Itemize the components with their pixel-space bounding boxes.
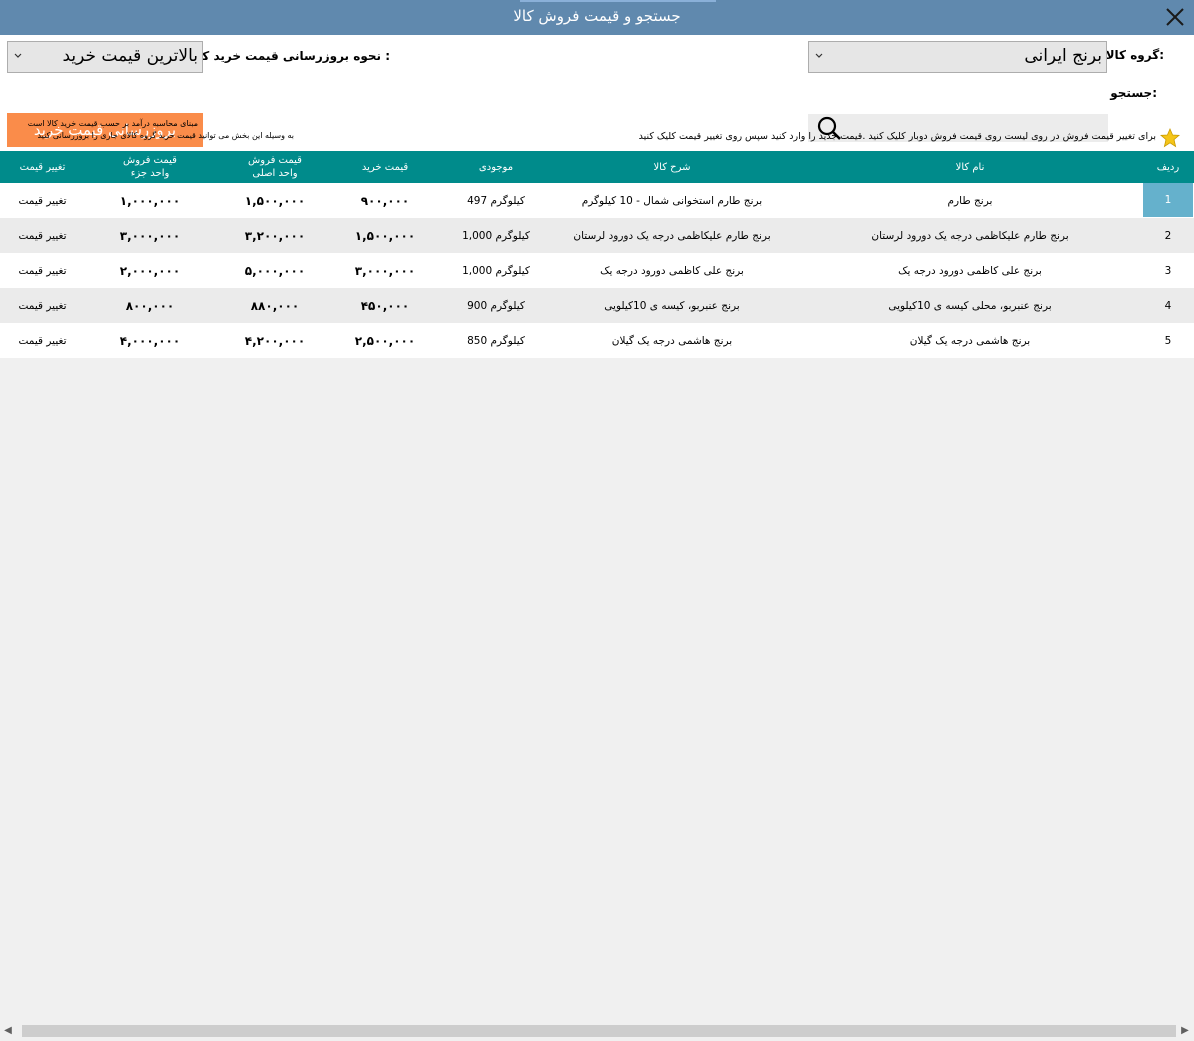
col-header-row[interactable]: ردیف (1142, 151, 1194, 183)
cell-desc[interactable]: برنج هاشمی درجه یک گیلان (532, 323, 812, 358)
window-title: جستجو و قیمت فروش کالا (513, 7, 681, 25)
scroll-left-icon[interactable]: ◀ (3, 1025, 13, 1037)
cell-sell-part-price[interactable]: ۸۰۰,۰۰۰ (90, 288, 210, 323)
col-header-change[interactable]: تغییر قیمت (0, 151, 85, 183)
col-header-sell-main-line1: قیمت فروش (248, 155, 302, 166)
update-method-select[interactable]: بالاترین قیمت خرید (7, 41, 203, 73)
grid-header: ردیف نام کالا شرح کالا موجودی قیمت خرید … (0, 151, 1194, 183)
cell-stock[interactable]: 1,000 کیلوگرم (430, 218, 562, 253)
table-row[interactable]: 4 برنج عنبربو، محلی کیسه ی 10کیلویی برنج… (0, 288, 1194, 323)
row-number[interactable]: 2 (1143, 218, 1193, 253)
cell-name[interactable]: برنج علی کاظمی دورود درجه یک (820, 253, 1120, 288)
cell-sell-main-price[interactable]: ۱,۵۰۰,۰۰۰ (215, 183, 335, 218)
cell-name[interactable]: برنج هاشمی درجه یک گیلان (820, 323, 1120, 358)
cell-stock[interactable]: 1,000 کیلوگرم (430, 253, 562, 288)
cell-desc[interactable]: برنج طارم استخوانی شمال - 10 کیلوگرم (532, 183, 812, 218)
cell-stock[interactable]: 900 کیلوگرم (430, 288, 562, 323)
scrollbar-thumb[interactable] (22, 1025, 1176, 1037)
title-accent (520, 0, 716, 2)
group-label: گروه کالا: (1105, 48, 1164, 62)
change-price-button[interactable]: تغییر قیمت (0, 183, 85, 218)
row-number[interactable]: 3 (1143, 253, 1193, 288)
table-row[interactable]: 5 برنج هاشمی درجه یک گیلان برنج هاشمی در… (0, 323, 1194, 358)
cell-name[interactable]: برنج طارم (820, 183, 1120, 218)
cell-name[interactable]: برنج طارم علیکاظمی درجه یک دورود لرستان (820, 218, 1120, 253)
star-icon (1160, 128, 1180, 148)
change-price-button[interactable]: تغییر قیمت (0, 288, 85, 323)
search-label: جستجو: (1110, 86, 1157, 100)
cell-desc[interactable]: برنج عنبربو، کیسه ی 10کیلویی (532, 288, 812, 323)
cell-sell-part-price[interactable]: ۱,۰۰۰,۰۰۰ (90, 183, 210, 218)
col-header-sell-main-line2: واحد اصلی (252, 168, 298, 179)
col-header-sell-part-line1: قیمت فروش (123, 155, 177, 166)
cell-buy-price[interactable]: ۳,۰۰۰,۰۰۰ (325, 253, 445, 288)
cell-sell-part-price[interactable]: ۴,۰۰۰,۰۰۰ (90, 323, 210, 358)
chevron-down-icon (815, 53, 823, 58)
cell-stock[interactable]: 850 کیلوگرم (430, 323, 562, 358)
cell-sell-part-price[interactable]: ۲,۰۰۰,۰۰۰ (90, 253, 210, 288)
row-number[interactable]: 5 (1143, 323, 1193, 358)
col-header-sell-part[interactable]: قیمت فروش واحد جزء (90, 151, 210, 183)
group-select[interactable]: برنج ایرانی (808, 41, 1107, 73)
scroll-right-icon[interactable]: ▶ (1180, 1025, 1190, 1037)
row-number[interactable]: 1 (1143, 183, 1193, 217)
cell-desc[interactable]: برنج علی کاظمی دورود درجه یک (532, 253, 812, 288)
note-line2: به وسیله این بخش می توانید قیمت خرید گرو… (37, 131, 294, 140)
cell-sell-main-price[interactable]: ۳,۲۰۰,۰۰۰ (215, 218, 335, 253)
group-select-value: برنج ایرانی (1024, 46, 1102, 66)
note-line1: مبنای محاسبه درآمد بر حسب قیمت خرید کالا… (27, 119, 198, 128)
cell-desc[interactable]: برنج طارم علیکاظمی درجه یک دورود لرستان (532, 218, 812, 253)
cell-sell-main-price[interactable]: ۴,۲۰۰,۰۰۰ (215, 323, 335, 358)
cell-sell-main-price[interactable]: ۵,۰۰۰,۰۰۰ (215, 253, 335, 288)
update-method-label: نحوه بروزرسانی قیمت خرید کالا : (188, 49, 390, 63)
cell-buy-price[interactable]: ۴۵۰,۰۰۰ (325, 288, 445, 323)
col-header-desc[interactable]: شرح کالا (532, 151, 812, 183)
title-bar: جستجو و قیمت فروش کالا (0, 0, 1194, 35)
close-icon[interactable] (1162, 4, 1188, 30)
col-header-buy[interactable]: قیمت خرید (325, 151, 445, 183)
change-price-button[interactable]: تغییر قیمت (0, 253, 85, 288)
table-row[interactable]: 2 برنج طارم علیکاظمی درجه یک دورود لرستا… (0, 218, 1194, 253)
col-header-sell-main[interactable]: قیمت فروش واحد اصلی (215, 151, 335, 183)
col-header-stock[interactable]: موجودی (430, 151, 562, 183)
row-number[interactable]: 4 (1143, 288, 1193, 323)
hint-text: برای تغییر قیمت فروش در روی لیست روی قیم… (638, 131, 1156, 142)
col-header-sell-part-line2: واحد جزء (130, 168, 170, 179)
change-price-button[interactable]: تغییر قیمت (0, 323, 85, 358)
chevron-down-icon (14, 53, 22, 58)
change-price-button[interactable]: تغییر قیمت (0, 218, 85, 253)
col-header-name[interactable]: نام کالا (820, 151, 1120, 183)
cell-sell-part-price[interactable]: ۳,۰۰۰,۰۰۰ (90, 218, 210, 253)
cell-buy-price[interactable]: ۲,۵۰۰,۰۰۰ (325, 323, 445, 358)
cell-buy-price[interactable]: ۹۰۰,۰۰۰ (325, 183, 445, 218)
horizontal-scrollbar[interactable]: ◀ ▶ (0, 1022, 1194, 1041)
cell-buy-price[interactable]: ۱,۵۰۰,۰۰۰ (325, 218, 445, 253)
update-method-value: بالاترین قیمت خرید (62, 46, 198, 66)
cell-name[interactable]: برنج عنبربو، محلی کیسه ی 10کیلویی (820, 288, 1120, 323)
table-row[interactable]: 1 برنج طارم برنج طارم استخوانی شمال - 10… (0, 183, 1194, 218)
table-row[interactable]: 3 برنج علی کاظمی دورود درجه یک برنج علی … (0, 253, 1194, 288)
cell-sell-main-price[interactable]: ۸۸۰,۰۰۰ (215, 288, 335, 323)
cell-stock[interactable]: 497 کیلوگرم (430, 183, 562, 218)
